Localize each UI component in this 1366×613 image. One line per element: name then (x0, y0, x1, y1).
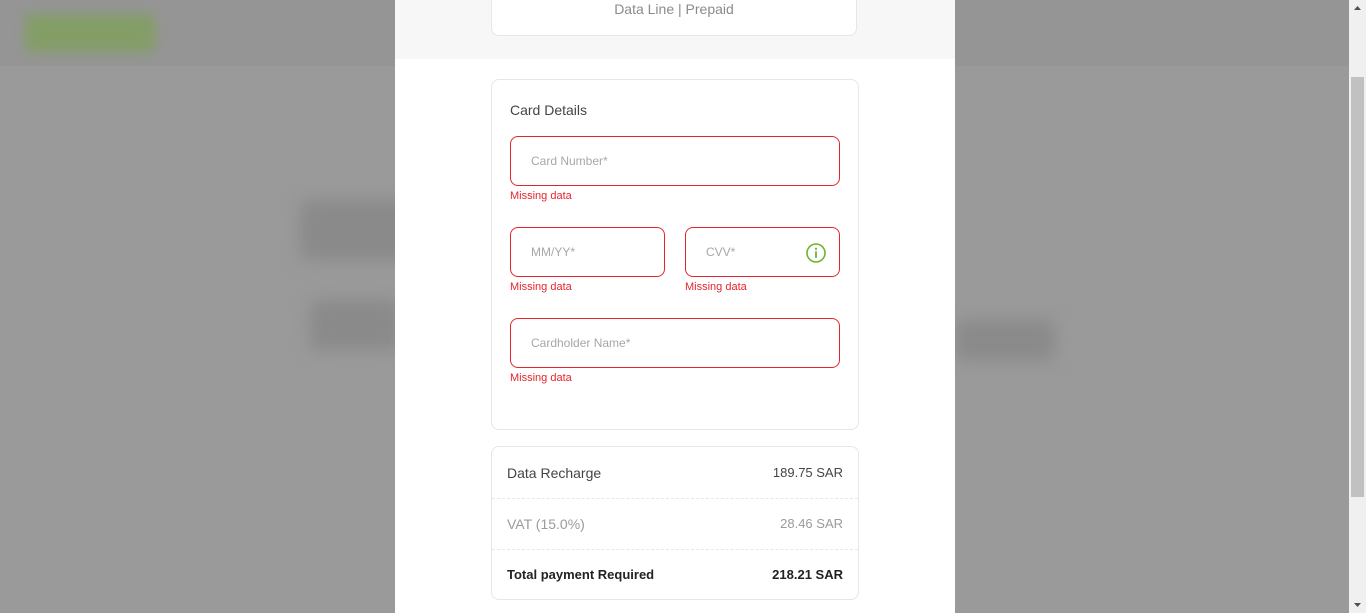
expiry-input[interactable] (531, 228, 644, 276)
cardholder-name-input[interactable] (531, 319, 819, 367)
plan-card: Data Line | Prepaid (491, 0, 857, 36)
summary-row-total: Total payment Required 218.21 SAR (492, 549, 858, 600)
summary-value: 28.46 SAR (780, 516, 843, 531)
background-block (310, 300, 400, 350)
cardholder-name-field[interactable] (510, 318, 840, 368)
background-block (955, 320, 1055, 360)
scrollbar-thumb[interactable] (1351, 77, 1364, 497)
cvv-input[interactable] (706, 228, 819, 276)
expiry-error: Missing data (510, 281, 572, 293)
summary-value: 218.21 SAR (772, 567, 843, 582)
expiry-field[interactable] (510, 227, 665, 277)
page-scrollbar[interactable] (1349, 0, 1366, 613)
card-details-title: Card Details (510, 102, 588, 118)
card-number-error: Missing data (510, 190, 572, 202)
scroll-down-arrow-icon[interactable] (1349, 596, 1366, 613)
summary-label: Total payment Required (507, 567, 655, 582)
summary-label: Data Recharge (507, 465, 602, 481)
payment-modal: Data Line | Prepaid Card Details Missing… (395, 0, 955, 613)
card-number-field[interactable] (510, 136, 840, 186)
cvv-field[interactable] (685, 227, 840, 277)
payment-summary: Data Recharge 189.75 SAR VAT (15.0%) 28.… (491, 446, 859, 600)
summary-label: VAT (15.0%) (507, 516, 585, 532)
background-logo (25, 14, 155, 52)
cvv-error: Missing data (685, 281, 747, 293)
summary-row-vat: VAT (15.0%) 28.46 SAR (492, 498, 858, 550)
modal-header-area: Data Line | Prepaid (395, 0, 955, 59)
card-details-section: Card Details Missing data Missing data M… (491, 79, 859, 430)
info-icon[interactable] (805, 242, 827, 264)
plan-subtitle: Data Line | Prepaid (614, 1, 734, 17)
cardholder-name-error: Missing data (510, 372, 572, 384)
summary-value: 189.75 SAR (772, 465, 843, 480)
summary-row-recharge: Data Recharge 189.75 SAR (492, 447, 858, 499)
card-number-input[interactable] (531, 137, 819, 185)
scroll-up-arrow-icon[interactable] (1349, 0, 1366, 17)
